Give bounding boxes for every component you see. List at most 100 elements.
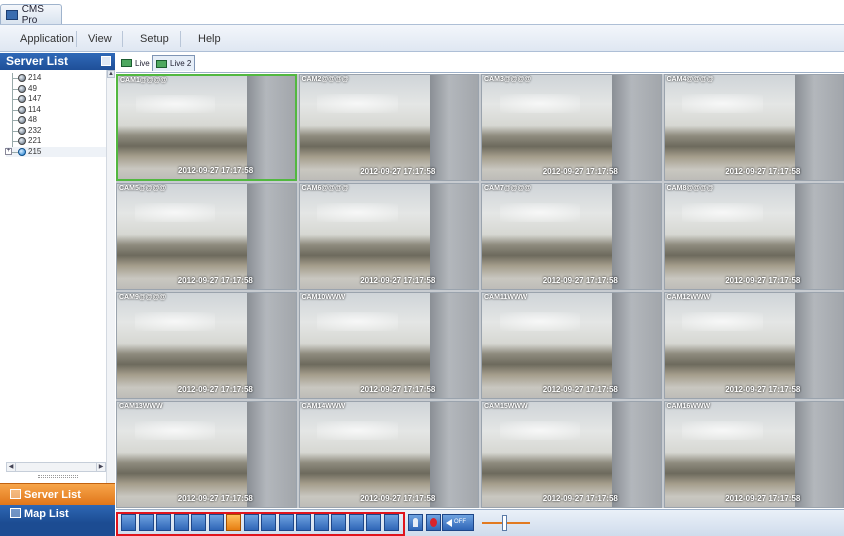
- camera-view[interactable]: CAM14WWW 2012-09-27 17:17:58: [298, 401, 479, 508]
- camera-view[interactable]: CAM13WWW 2012-09-27 17:17:58: [116, 401, 297, 508]
- tree-item[interactable]: 49: [6, 83, 106, 94]
- scene-wall: [429, 184, 478, 289]
- scroll-up-icon[interactable]: ▲: [107, 70, 115, 78]
- camera-label: CAM10WWW: [301, 294, 346, 301]
- tab-live-2[interactable]: Live 2: [152, 55, 196, 71]
- pin-icon[interactable]: [101, 56, 111, 66]
- camera-timestamp: 2012-09-27 17:17:58: [360, 167, 436, 176]
- camera-label: CAM8@@@@: [666, 185, 714, 192]
- scene-wall: [612, 75, 661, 180]
- camera-view[interactable]: CAM15WWW 2012-09-27 17:17:58: [481, 401, 662, 508]
- tree-item[interactable]: 114: [6, 104, 106, 115]
- camera-label: CAM13WWW: [119, 403, 163, 410]
- menu-view[interactable]: View: [88, 33, 112, 45]
- server-icon: [18, 137, 26, 145]
- server-name: 48: [28, 115, 37, 124]
- layout-button-32-icon[interactable]: [278, 514, 294, 531]
- camera-timestamp: 2012-09-27 17:17:58: [542, 385, 618, 394]
- scroll-left-icon[interactable]: ◀: [7, 463, 16, 471]
- vertical-scrollbar[interactable]: ▲: [106, 70, 115, 493]
- scene-cloud: [682, 420, 763, 440]
- scene-wall: [247, 184, 296, 289]
- menu-application[interactable]: Application: [20, 33, 74, 45]
- tree-item[interactable]: 232: [6, 125, 106, 136]
- bottom-toolbar: OFF: [116, 509, 844, 536]
- scene-cloud: [134, 202, 216, 222]
- menu-help[interactable]: Help: [198, 33, 221, 45]
- scene-wall: [612, 293, 661, 398]
- layout-button-1-icon[interactable]: [121, 514, 136, 531]
- layout-button-10-icon[interactable]: [208, 514, 224, 531]
- server-list-icon: [10, 489, 21, 499]
- camera-label: CAM4@@@@: [666, 76, 714, 83]
- tree-item-selected[interactable]: +215: [5, 146, 106, 157]
- tree-item[interactable]: 147: [6, 94, 106, 105]
- scene-wall: [794, 75, 843, 180]
- camera-label: CAM1@@@@: [120, 77, 168, 84]
- server-tree: 214 49 147 114 48 232 221 +215: [5, 73, 106, 157]
- window-title: CMS Pro: [21, 3, 44, 26]
- layout-button-fullscreen-icon[interactable]: [383, 514, 399, 531]
- camera-view[interactable]: CAM12WWW 2012-09-27 17:17:58: [663, 292, 844, 399]
- horizontal-scrollbar[interactable]: ◀ ▶: [6, 462, 106, 472]
- audio-toggle-button[interactable]: OFF: [442, 514, 474, 531]
- menu-separator: [76, 31, 77, 47]
- scroll-right-icon[interactable]: ▶: [96, 463, 105, 471]
- menu-setup[interactable]: Setup: [140, 33, 169, 45]
- camera-view[interactable]: CAM9@@@@ 2012-09-27 17:17:58: [116, 292, 297, 399]
- camera-timestamp: 2012-09-27 17:17:58: [360, 385, 436, 394]
- layout-button-20-icon[interactable]: [243, 514, 259, 531]
- layout-button-9-icon[interactable]: [191, 514, 206, 531]
- camera-timestamp: 2012-09-27 17:17:58: [542, 276, 618, 285]
- layout-button-16-icon[interactable]: [226, 514, 241, 531]
- camera-timestamp: 2012-09-27 17:17:58: [177, 385, 253, 394]
- layout-button-36-icon[interactable]: [296, 514, 311, 531]
- camera-view[interactable]: CAM5@@@@ 2012-09-27 17:17:58: [116, 183, 297, 290]
- tree-item[interactable]: 214: [6, 73, 106, 84]
- layout-button-4-icon[interactable]: [138, 514, 154, 531]
- layout-button-25-icon[interactable]: [261, 514, 276, 531]
- tree-item[interactable]: 48: [6, 115, 106, 126]
- layout-button-49-icon[interactable]: [331, 514, 346, 531]
- server-list-title: Server List: [6, 54, 69, 68]
- layout-button-64-icon[interactable]: [348, 514, 364, 531]
- camera-timestamp: 2012-09-27 17:17:58: [542, 494, 618, 503]
- camera-view[interactable]: CAM8@@@@ 2012-09-27 17:17:58: [663, 183, 844, 290]
- camera-view[interactable]: CAM2@@@@ 2012-09-27 17:17:58: [298, 74, 479, 181]
- camera-view[interactable]: CAM1@@@@ 2012-09-27 17:17:58: [116, 74, 297, 181]
- camera-view[interactable]: CAM11WWW 2012-09-27 17:17:58: [481, 292, 662, 399]
- server-list-button-label: Server List: [24, 489, 81, 501]
- camera-label: CAM7@@@@: [484, 185, 532, 192]
- camera-view[interactable]: CAM3@@@@ 2012-09-27 17:17:58: [481, 74, 662, 181]
- layout-button-81-icon[interactable]: [366, 514, 381, 531]
- server-name: 221: [28, 136, 42, 145]
- scene-cloud: [134, 311, 216, 331]
- record-icon[interactable]: [426, 514, 441, 531]
- scene-cloud: [317, 311, 398, 331]
- camera-timestamp: 2012-09-27 17:17:58: [360, 276, 436, 285]
- scene-cloud: [134, 420, 216, 440]
- camera-view[interactable]: CAM6@@@@ 2012-09-27 17:17:58: [298, 183, 479, 290]
- layout-button-6-icon[interactable]: [156, 514, 171, 531]
- scene-cloud: [317, 420, 398, 440]
- server-icon: [18, 147, 26, 156]
- panel-footer: [0, 523, 115, 536]
- server-list-button[interactable]: Server List: [0, 483, 115, 505]
- camera-view[interactable]: CAM4@@@@ 2012-09-27 17:17:58: [663, 74, 844, 181]
- menu-separator: [122, 31, 123, 47]
- layout-button-8-icon[interactable]: [173, 514, 189, 531]
- video-grid: CAM1@@@@ 2012-09-27 17:17:58 CAM2@@@@ 2012-…: [116, 74, 844, 508]
- expand-icon[interactable]: +: [5, 147, 12, 155]
- volume-slider-thumb[interactable]: [501, 515, 507, 531]
- map-list-button[interactable]: Map List: [0, 505, 115, 523]
- tree-item[interactable]: 221: [6, 136, 106, 147]
- alarm-icon[interactable]: [408, 514, 423, 531]
- camera-view[interactable]: CAM16WWW 2012-09-27 17:17:58: [663, 401, 844, 508]
- camera-view[interactable]: CAM7@@@@ 2012-09-27 17:17:58: [481, 183, 662, 290]
- window-tab[interactable]: CMS Pro: [0, 3, 62, 26]
- scene-wall: [247, 402, 296, 507]
- live-tabs: Live 1 Live 2: [116, 53, 844, 73]
- panel-grip[interactable]: [38, 475, 78, 478]
- layout-button-40-icon[interactable]: [313, 514, 329, 531]
- camera-view[interactable]: CAM10WWW 2012-09-27 17:17:58: [298, 292, 479, 399]
